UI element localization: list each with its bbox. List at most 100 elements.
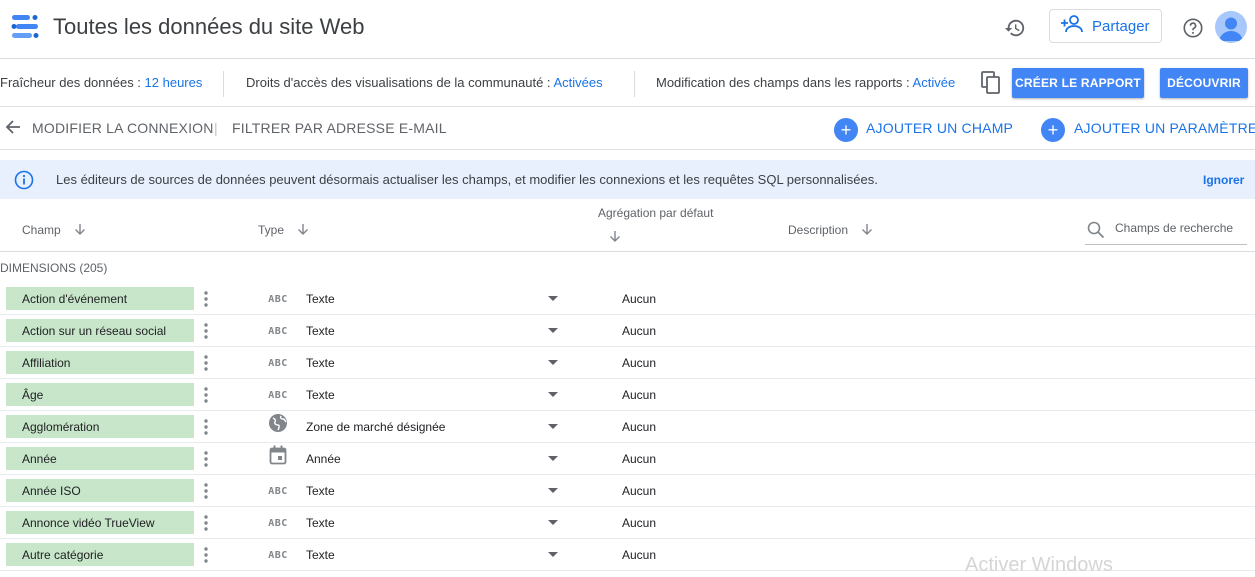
aggregation-value[interactable]: Aucun: [622, 388, 656, 402]
globe-icon: [267, 414, 289, 432]
more-vert-icon[interactable]: [203, 418, 209, 439]
field-editing-link[interactable]: Activée: [913, 75, 956, 90]
info-icon: [14, 170, 34, 193]
field-type-select[interactable]: Zone de marché désignée: [306, 420, 445, 434]
edit-connection-button[interactable]: MODIFIER LA CONNEXION: [32, 120, 214, 136]
dismiss-button[interactable]: Ignorer: [1203, 173, 1244, 187]
dropdown-arrow-icon[interactable]: [548, 488, 558, 493]
field-name-chip[interactable]: Action d'événement: [6, 287, 194, 310]
field-name-chip[interactable]: Année: [6, 447, 194, 470]
field-type-select[interactable]: Texte: [306, 356, 335, 370]
field-name-chip[interactable]: Agglomération: [6, 415, 194, 438]
aggregation-value[interactable]: Aucun: [622, 484, 656, 498]
filter-by-email-button[interactable]: FILTRER PAR ADRESSE E-MAIL: [232, 120, 447, 136]
dropdown-arrow-icon[interactable]: [548, 552, 558, 557]
info-banner: Les éditeurs de sources de données peuve…: [0, 160, 1255, 199]
aggregation-value[interactable]: Aucun: [622, 292, 656, 306]
column-header-description[interactable]: Description: [788, 223, 873, 238]
dropdown-arrow-icon[interactable]: [548, 328, 558, 333]
calendar-icon: [267, 445, 289, 465]
discover-button[interactable]: DÉCOUVRIR: [1160, 68, 1248, 98]
sort-arrow-icon[interactable]: [609, 230, 621, 245]
column-header-aggregation[interactable]: Agrégation par défaut: [598, 206, 713, 220]
field-name-chip[interactable]: Annonce vidéo TrueView: [6, 511, 194, 534]
data-freshness: Fraîcheur des données : 12 heures: [0, 75, 202, 90]
field-type-select[interactable]: Texte: [306, 324, 335, 338]
divider: [223, 71, 224, 97]
add-person-icon: [1050, 14, 1092, 38]
aggregation-value[interactable]: Aucun: [622, 420, 656, 434]
field-name-chip[interactable]: Âge: [6, 383, 194, 406]
aggregation-value[interactable]: Aucun: [622, 356, 656, 370]
more-vert-icon[interactable]: [203, 514, 209, 535]
more-vert-icon[interactable]: [203, 386, 209, 407]
more-vert-icon[interactable]: [203, 450, 209, 471]
more-vert-icon[interactable]: [203, 290, 209, 311]
top-bar: Toutes les données du site Web Partager: [0, 0, 1255, 59]
search-input[interactable]: [1115, 221, 1243, 235]
field-name-chip[interactable]: Année ISO: [6, 479, 194, 502]
dropdown-arrow-icon[interactable]: [548, 296, 558, 301]
more-vert-icon[interactable]: [203, 354, 209, 375]
column-header-field[interactable]: Champ: [22, 223, 86, 238]
abc-icon-text: ABC: [268, 357, 288, 369]
help-icon[interactable]: [1178, 13, 1208, 43]
page-title[interactable]: Toutes les données du site Web: [53, 14, 364, 40]
more-vert-icon[interactable]: [203, 546, 209, 567]
table-row: Action sur un réseau social ABC Texte Aucun: [0, 315, 1255, 347]
field-search: [1085, 218, 1247, 245]
looker-studio-logo-icon[interactable]: [10, 13, 40, 41]
dropdown-arrow-icon[interactable]: [548, 456, 558, 461]
back-arrow-icon[interactable]: [4, 118, 22, 139]
copy-icon[interactable]: [980, 71, 1002, 100]
table-row: Action d'événement ABC Texte Aucun: [0, 283, 1255, 315]
dropdown-arrow-icon[interactable]: [548, 360, 558, 365]
table-header: Champ Type Agrégation par défaut Descrip…: [0, 200, 1255, 252]
share-button[interactable]: Partager: [1049, 9, 1162, 43]
section-header-dimensions: DIMENSIONS (205): [0, 261, 108, 275]
create-report-button[interactable]: CRÉER LE RAPPORT: [1012, 68, 1144, 98]
abc-icon: ABC: [267, 484, 289, 498]
aggregation-value[interactable]: Aucun: [622, 452, 656, 466]
field-type-select[interactable]: Texte: [306, 516, 335, 530]
separator: |: [214, 120, 218, 136]
column-description-label: Description: [788, 223, 849, 237]
field-type-select[interactable]: Année: [306, 452, 341, 466]
column-type-label: Type: [258, 223, 285, 237]
add-field-button[interactable]: AJOUTER UN CHAMP: [866, 120, 1013, 136]
table-row: Année ISO ABC Texte Aucun: [0, 475, 1255, 507]
add-parameter-plus-icon[interactable]: +: [1041, 118, 1065, 142]
sort-arrow-icon[interactable]: [861, 223, 873, 238]
sort-arrow-icon[interactable]: [74, 223, 86, 238]
abc-icon-text: ABC: [268, 325, 288, 337]
abc-icon: ABC: [267, 388, 289, 402]
dropdown-arrow-icon[interactable]: [548, 520, 558, 525]
column-header-type[interactable]: Type: [258, 223, 309, 238]
community-access-label: Droits d'accès des visualisations de la …: [246, 75, 551, 90]
add-field-plus-icon[interactable]: +: [834, 118, 858, 142]
field-type-select[interactable]: Texte: [306, 388, 335, 402]
column-field-label: Champ: [22, 223, 61, 237]
abc-icon-text: ABC: [268, 485, 288, 497]
field-type-select[interactable]: Texte: [306, 548, 335, 562]
data-freshness-link[interactable]: 12 heures: [145, 75, 203, 90]
version-history-icon[interactable]: [1000, 13, 1030, 43]
aggregation-value[interactable]: Aucun: [622, 548, 656, 562]
field-name-chip[interactable]: Affiliation: [6, 351, 194, 374]
field-name-chip[interactable]: Action sur un réseau social: [6, 319, 194, 342]
avatar[interactable]: [1215, 11, 1247, 43]
field-type-select[interactable]: Texte: [306, 484, 335, 498]
community-access-link[interactable]: Activées: [553, 75, 602, 90]
divider: [634, 71, 635, 97]
field-type-select[interactable]: Texte: [306, 292, 335, 306]
dropdown-arrow-icon[interactable]: [548, 424, 558, 429]
aggregation-value[interactable]: Aucun: [622, 516, 656, 530]
more-vert-icon[interactable]: [203, 482, 209, 503]
more-vert-icon[interactable]: [203, 322, 209, 343]
dropdown-arrow-icon[interactable]: [548, 392, 558, 397]
add-parameter-button[interactable]: AJOUTER UN PARAMÈTRE: [1074, 120, 1255, 136]
aggregation-value[interactable]: Aucun: [622, 324, 656, 338]
sort-arrow-icon[interactable]: [297, 223, 309, 238]
action-bar: MODIFIER LA CONNEXION | FILTRER PAR ADRE…: [0, 106, 1255, 150]
field-name-chip[interactable]: Autre catégorie: [6, 543, 194, 566]
